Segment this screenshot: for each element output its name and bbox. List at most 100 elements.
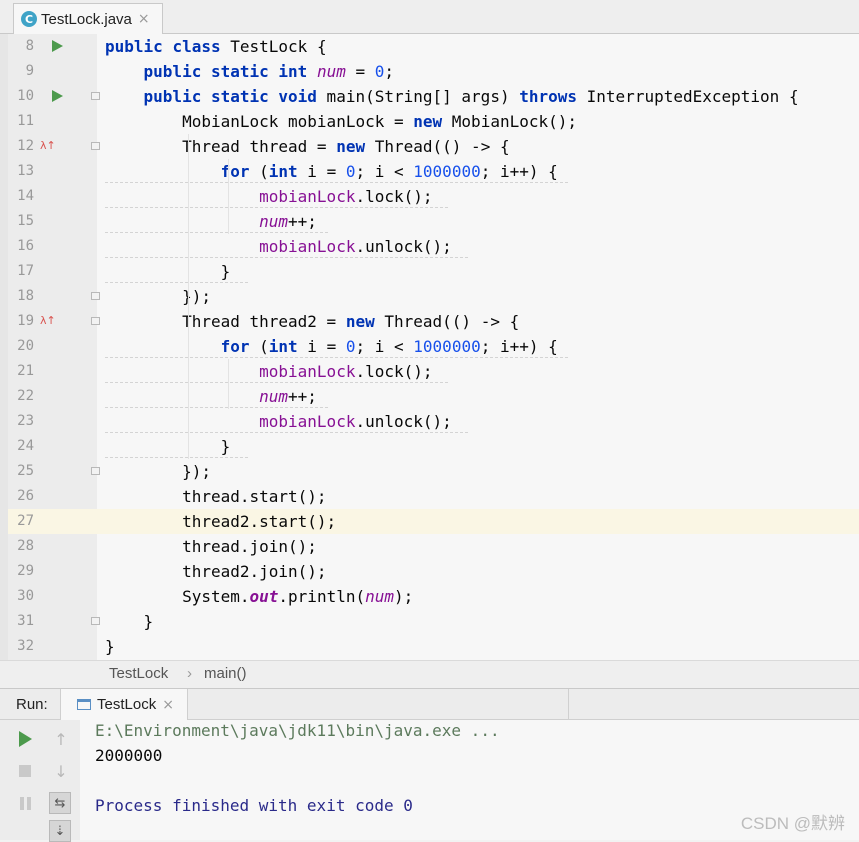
- code-line[interactable]: 30 System.out.println(num);: [8, 584, 859, 609]
- code-token: int: [268, 337, 298, 356]
- line-number: 28: [17, 538, 34, 554]
- scroll-down-button[interactable]: ↓: [50, 760, 72, 782]
- code-token: i =: [297, 337, 346, 356]
- code-token: ; i <: [355, 337, 414, 356]
- console-line: Process finished with exit code 0: [95, 796, 413, 815]
- code-line[interactable]: 31 }: [8, 609, 859, 634]
- fold-marker-icon[interactable]: [91, 292, 100, 300]
- left-tool-strip: [0, 34, 8, 660]
- code-token: Thread(() -> {: [365, 137, 510, 156]
- arrow-down-icon: ↓: [54, 761, 68, 781]
- code-line[interactable]: 12 λ↑ Thread thread = new Thread(() -> {: [8, 134, 859, 159]
- code-line[interactable]: 17 }: [8, 259, 859, 284]
- code-token: TestLock {: [220, 37, 327, 56]
- code-token: (: [249, 162, 269, 181]
- code-text: mobianLock.lock();: [105, 359, 433, 384]
- code-line[interactable]: 28 thread.join();: [8, 534, 859, 559]
- fold-marker-icon[interactable]: [91, 317, 100, 325]
- run-gutter-icon[interactable]: [52, 40, 63, 52]
- code-token: .lock();: [355, 362, 433, 381]
- stop-button[interactable]: [14, 760, 36, 782]
- code-line[interactable]: 10 public static void main(String[] args…: [8, 84, 859, 109]
- code-line[interactable]: 24 }: [8, 434, 859, 459]
- code-token: ;: [384, 62, 395, 81]
- code-line[interactable]: 15 num++;: [8, 209, 859, 234]
- code-line[interactable]: 27 thread2.start();: [8, 509, 859, 534]
- code-text: Thread thread = new Thread(() -> {: [105, 134, 510, 159]
- scroll-to-end-button[interactable]: ⇣: [49, 820, 71, 842]
- code-line[interactable]: 16 mobianLock.unlock();: [8, 234, 859, 259]
- close-icon[interactable]: ×: [138, 11, 150, 27]
- soft-wrap-button[interactable]: ⇆: [49, 792, 71, 814]
- code-token: new: [345, 312, 375, 331]
- code-line[interactable]: 32}: [8, 634, 859, 659]
- line-number: 25: [17, 463, 34, 479]
- lambda-override-icon[interactable]: λ↑: [40, 314, 56, 328]
- run-tab-testlock[interactable]: TestLock ×: [60, 689, 188, 720]
- code-token: mobianLock: [259, 187, 356, 206]
- lambda-hint-underline: [105, 407, 328, 408]
- code-token: mobianLock: [259, 412, 356, 431]
- code-line[interactable]: 22 num++;: [8, 384, 859, 409]
- lambda-override-icon[interactable]: λ↑: [40, 139, 56, 153]
- rerun-button[interactable]: [14, 728, 36, 750]
- code-line[interactable]: 21 mobianLock.lock();: [8, 359, 859, 384]
- code-text: System.out.println(num);: [105, 584, 413, 609]
- code-text: MobianLock mobianLock = new MobianLock()…: [105, 109, 577, 134]
- code-line[interactable]: 9 public static int num = 0;: [8, 59, 859, 84]
- code-token: mobianLock: [259, 362, 356, 381]
- code-token: });: [105, 462, 211, 481]
- code-line[interactable]: 26 thread.start();: [8, 484, 859, 509]
- close-icon[interactable]: ×: [162, 697, 174, 713]
- code-text: }: [105, 609, 154, 634]
- line-number: 31: [17, 613, 34, 629]
- code-line[interactable]: 18 });: [8, 284, 859, 309]
- code-line[interactable]: 14 mobianLock.lock();: [8, 184, 859, 209]
- line-number: 9: [25, 63, 34, 79]
- code-line[interactable]: 20 for (int i = 0; i < 1000000; i++) {: [8, 334, 859, 359]
- breadcrumb-method[interactable]: main(): [204, 665, 247, 682]
- breadcrumb: TestLock › main(): [0, 660, 859, 688]
- code-token: Thread thread =: [105, 137, 337, 156]
- code-line[interactable]: 25 });: [8, 459, 859, 484]
- breadcrumb-class[interactable]: TestLock: [109, 665, 168, 682]
- fold-marker-icon[interactable]: [91, 92, 100, 100]
- divider: [568, 689, 569, 720]
- code-token: out: [249, 587, 279, 606]
- code-line[interactable]: 11 MobianLock mobianLock = new MobianLoc…: [8, 109, 859, 134]
- code-line[interactable]: 13 for (int i = 0; i < 1000000; i++) {: [8, 159, 859, 184]
- line-number: 29: [17, 563, 34, 579]
- scroll-up-button[interactable]: ↑: [50, 728, 72, 750]
- fold-marker-icon[interactable]: [91, 142, 100, 150]
- code-token: 0: [374, 62, 385, 81]
- code-token: main(String[] args): [316, 87, 520, 106]
- lambda-hint-underline: [105, 382, 448, 383]
- fold-marker-icon[interactable]: [91, 617, 100, 625]
- code-token: ; i++) {: [480, 162, 558, 181]
- code-token: new: [336, 137, 366, 156]
- line-number: 23: [17, 413, 34, 429]
- code-token: .lock();: [355, 187, 433, 206]
- code-token: class: [172, 37, 221, 56]
- fold-marker-icon[interactable]: [91, 467, 100, 475]
- code-line[interactable]: 19 λ↑ Thread thread2 = new Thread(() -> {: [8, 309, 859, 334]
- code-token: throws: [519, 87, 578, 106]
- line-number: 18: [17, 288, 34, 304]
- code-token: ; i++) {: [480, 337, 558, 356]
- editor-tab-testlock[interactable]: C TestLock.java ×: [13, 3, 163, 34]
- play-icon: [18, 731, 32, 747]
- line-number: 11: [17, 113, 34, 129]
- pause-button[interactable]: [14, 792, 36, 814]
- code-token: num: [259, 387, 289, 406]
- code-line[interactable]: 29 thread2.join();: [8, 559, 859, 584]
- code-editor[interactable]: 8 public class TestLock {9 public static …: [8, 34, 859, 660]
- code-line[interactable]: 23 mobianLock.unlock();: [8, 409, 859, 434]
- code-token: thread2.join();: [105, 562, 327, 581]
- code-line[interactable]: 8 public class TestLock {: [8, 34, 859, 59]
- code-token: i =: [297, 162, 346, 181]
- run-gutter-icon[interactable]: [52, 90, 63, 102]
